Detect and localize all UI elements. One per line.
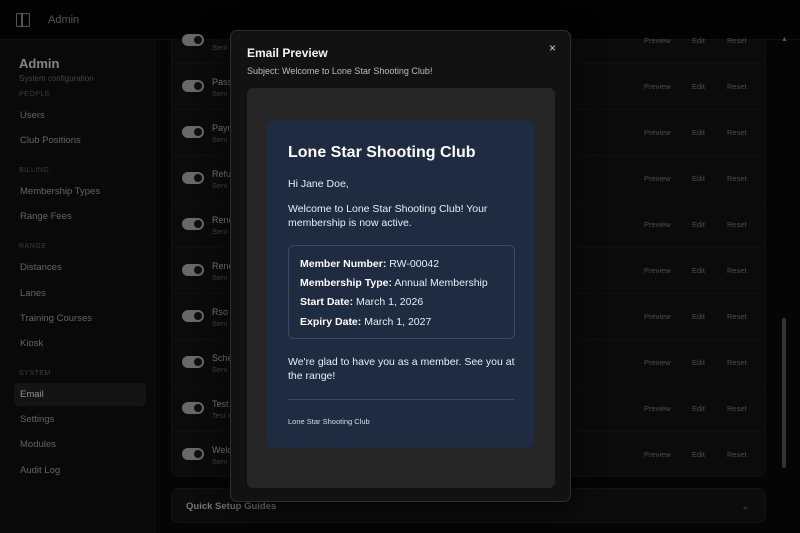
email-closing: We're glad to have you as a member. See … — [288, 356, 515, 382]
detail-label: Member Number: — [300, 258, 387, 270]
membership-type-line: Membership Type: Annual Membership — [300, 277, 488, 289]
detail-value: RW-00042 — [389, 258, 440, 270]
dialog-title: Email Preview — [247, 46, 328, 60]
detail-label: Expiry Date: — [300, 316, 362, 328]
detail-label: Membership Type: — [300, 277, 392, 289]
detail-value: March 1, 2026 — [356, 296, 424, 308]
email-preview-frame: Lone Star Shooting Club Hi Jane Doe, Wel… — [247, 88, 555, 488]
email-preview-dialog: Email Preview Subject: Welcome to Lone S… — [230, 30, 571, 502]
membership-details-box: Member Number: RW-00042 Membership Type:… — [288, 245, 515, 339]
email-greeting: Hi Jane Doe, — [288, 178, 349, 190]
email-footer: Lone Star Shooting Club — [288, 417, 370, 426]
email-body: Welcome to Lone Star Shooting Club! Your… — [288, 203, 488, 229]
email-heading: Lone Star Shooting Club — [288, 144, 476, 161]
close-icon[interactable]: × — [549, 41, 556, 55]
email-card: Lone Star Shooting Club Hi Jane Doe, Wel… — [267, 121, 535, 448]
member-number-line: Member Number: RW-00042 — [300, 258, 439, 270]
expiry-date-line: Expiry Date: March 1, 2027 — [300, 316, 431, 328]
divider — [288, 399, 514, 400]
detail-label: Start Date: — [300, 296, 354, 308]
email-subject: Subject: Welcome to Lone Star Shooting C… — [247, 66, 433, 76]
start-date-line: Start Date: March 1, 2026 — [300, 296, 423, 308]
detail-value: Annual Membership — [394, 277, 488, 289]
detail-value: March 1, 2027 — [364, 316, 432, 328]
